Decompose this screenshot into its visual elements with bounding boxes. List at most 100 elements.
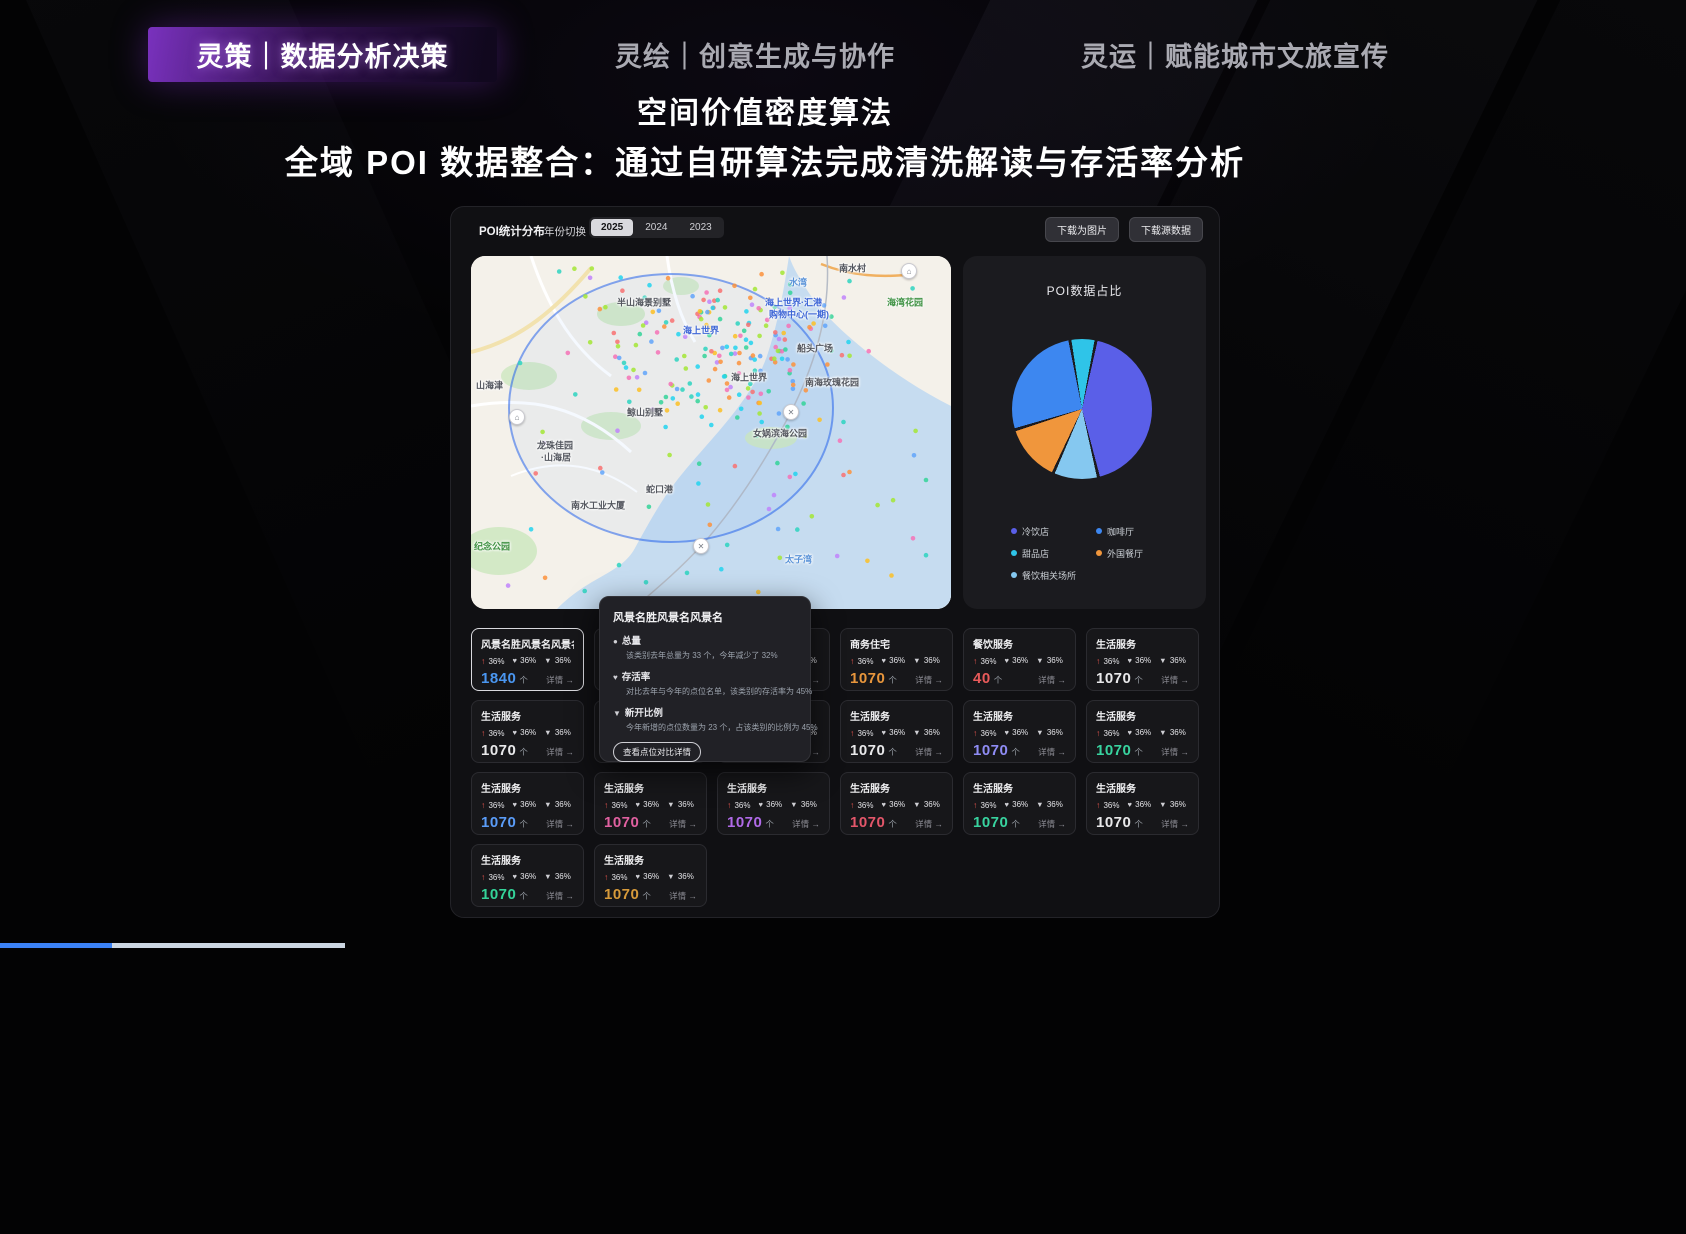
poi-dot xyxy=(583,294,588,299)
category-card[interactable]: 生活服务↑ 36%♥ 36%▼ 36%1070个详情 → xyxy=(1086,772,1199,835)
card-bottom: 1070个详情 → xyxy=(850,670,943,687)
card-value: 1070个 xyxy=(1096,814,1143,831)
arrow-up-icon: ↑ xyxy=(481,728,485,738)
category-card[interactable]: 生活服务↑ 36%♥ 36%▼ 36%1070个详情 → xyxy=(963,700,1076,763)
poi-dot xyxy=(709,423,714,428)
card-detail-link[interactable]: 详情 → xyxy=(1161,674,1189,686)
poi-dot xyxy=(695,364,700,369)
category-card[interactable]: 生活服务↑ 36%♥ 36%▼ 36%1070个详情 → xyxy=(1086,700,1199,763)
year-button-2023[interactable]: 2023 xyxy=(680,219,722,236)
poi-dot xyxy=(697,461,702,466)
category-card[interactable]: 生活服务↑ 36%♥ 36%▼ 36%1070个详情 → xyxy=(471,700,584,763)
card-detail-link[interactable]: 详情 → xyxy=(546,746,574,758)
category-card[interactable]: 生活服务↑ 36%♥ 36%▼ 36%1070个详情 → xyxy=(840,700,953,763)
category-card[interactable]: 生活服务↑ 36%♥ 36%▼ 36%1070个详情 → xyxy=(1086,628,1199,691)
card-bottom: 1070个 详情 → xyxy=(1096,814,1189,831)
stat-triangle-down: ▼ 36% xyxy=(544,872,571,882)
card-detail-link[interactable]: 详情 → xyxy=(915,746,943,758)
nav-tab-linghui[interactable]: 灵绘｜创意生成与协作 xyxy=(560,27,950,82)
poi-dot xyxy=(582,589,587,594)
legend-item-咖啡厅[interactable]: 咖啡厅 xyxy=(1096,520,1191,542)
arrow-up-icon: ↑ xyxy=(604,800,608,810)
card-detail-link[interactable]: 详情 → xyxy=(1038,818,1066,830)
map-label: 女娲滨海公园 xyxy=(753,427,807,440)
heart-icon: ♥ xyxy=(758,800,762,809)
year-switch-group: 202520242023 xyxy=(589,217,724,238)
pie-legend: 冷饮店咖啡厅甜品店外国餐厅餐饮相关场所 xyxy=(1011,520,1191,586)
arrow-up-icon: ↑ xyxy=(481,872,485,882)
card-detail-link[interactable]: 详情 → xyxy=(546,890,574,902)
poi-dot xyxy=(718,360,723,365)
poi-map[interactable]: 南水村水湾海湾花园半山海景别墅海上世界·汇港购物中心(一期)海上世界船头广场海上… xyxy=(471,256,951,609)
triangle-down-icon: ▼ xyxy=(667,800,674,809)
legend-item-甜品店[interactable]: 甜品店 xyxy=(1011,542,1096,564)
card-detail-link[interactable]: 详情 → xyxy=(546,818,574,830)
download-image-button[interactable]: 下载为图片 xyxy=(1045,217,1119,242)
card-bottom: 1070个详情 → xyxy=(481,814,574,831)
card-detail-link[interactable]: 详情 → xyxy=(1038,746,1066,758)
card-title: 生活服务 xyxy=(1096,780,1189,795)
poi-dot xyxy=(758,401,763,406)
download-data-button[interactable]: 下载源数据 xyxy=(1129,217,1203,242)
category-card[interactable]: 生活服务↑ 36%♥ 36%▼ 36%1070个详情 → xyxy=(471,844,584,907)
poi-dot xyxy=(529,527,534,532)
category-card[interactable]: 风景名胜风景名风景名↑ 36%♥ 36%▼ 36%1840个详情 → xyxy=(471,628,584,691)
card-detail-link[interactable]: 详情 → xyxy=(792,818,820,830)
triangle-down-icon: ▼ xyxy=(790,800,797,809)
category-card[interactable]: 生活服务↑ 36%♥ 36%▼ 36%1070个详情 → xyxy=(963,772,1076,835)
tooltip-section-desc: 对比去年与今年的点位名单，该类别的存活率为 45% xyxy=(626,686,797,697)
category-card[interactable]: 商务住宅↑ 36%♥ 36%▼ 36%1070个详情 → xyxy=(840,628,953,691)
legend-item-餐饮相关场所[interactable]: 餐饮相关场所 xyxy=(1011,564,1096,586)
card-value: 1070个 xyxy=(481,886,528,903)
card-detail-link[interactable]: 详情 → xyxy=(546,674,574,686)
card-detail-link[interactable]: 详情 → xyxy=(1038,674,1066,686)
year-button-2025[interactable]: 2025 xyxy=(591,219,633,236)
card-bottom: 1840个详情 → xyxy=(481,670,574,687)
poi-dot xyxy=(841,473,846,478)
poi-dot xyxy=(752,357,757,362)
triangle-down-icon: ▼ xyxy=(1159,728,1166,737)
poi-dot xyxy=(865,559,870,564)
category-card[interactable]: 生活服务↑ 36%♥ 36%▼ 36%1070个详情 → xyxy=(840,772,953,835)
category-card[interactable]: 生活服务↑ 36%♥ 36%▼ 36%1070个详情 → xyxy=(471,772,584,835)
poi-dot xyxy=(729,352,734,357)
heart-icon: ♥ xyxy=(1127,800,1131,809)
view-point-comparison-button[interactable]: 查看点位对比详情 xyxy=(613,742,701,762)
poi-dot xyxy=(746,323,751,328)
category-card[interactable]: 生活服务↑ 36%♥ 36%▼ 36%1070个详情 → xyxy=(717,772,830,835)
card-detail-link[interactable]: 详情 → xyxy=(915,674,943,686)
poi-dot xyxy=(841,420,846,425)
year-button-2024[interactable]: 2024 xyxy=(635,219,677,236)
poi-dot xyxy=(676,332,681,337)
poi-dot xyxy=(696,481,701,486)
download-buttons: 下载为图片 下载源数据 xyxy=(1045,217,1203,242)
triangle-down-icon: ▼ xyxy=(913,800,920,809)
card-detail-link[interactable]: 详情 → xyxy=(915,818,943,830)
legend-item-冷饮店[interactable]: 冷饮店 xyxy=(1011,520,1096,542)
card-detail-link[interactable]: 详情 → xyxy=(1161,746,1189,758)
legend-item-外国餐厅[interactable]: 外国餐厅 xyxy=(1096,542,1191,564)
card-detail-link[interactable]: 详情 → xyxy=(669,890,697,902)
category-card[interactable]: 餐饮服务↑ 36%♥ 36%▼ 36%40个详情 → xyxy=(963,628,1076,691)
arrow-up-icon: ↑ xyxy=(727,800,731,810)
stat-arrow-up: ↑ 36% xyxy=(973,656,996,666)
home-map-marker-icon: ⌂ xyxy=(901,263,917,279)
poi-dot xyxy=(777,411,782,416)
circle-icon: ● xyxy=(613,637,618,646)
card-detail-link[interactable]: 详情 → xyxy=(669,818,697,830)
stat-heart: ♥ 36% xyxy=(1004,656,1028,666)
poi-dot xyxy=(647,283,652,288)
triangle-down-icon: ▼ xyxy=(544,800,551,809)
poi-dot xyxy=(772,493,777,498)
poi-dot xyxy=(785,357,790,362)
nav-tab-lingce[interactable]: 灵策｜数据分析决策 xyxy=(148,27,497,82)
card-bottom: 1070个详情 → xyxy=(604,814,697,831)
poi-dot xyxy=(835,554,840,559)
stat-heart: ♥ 36% xyxy=(1127,656,1151,666)
category-card[interactable]: 生活服务↑ 36%♥ 36%▼ 36%1070个详情 → xyxy=(594,844,707,907)
nav-tab-lingyun[interactable]: 灵运｜赋能城市文旅宣传 xyxy=(1025,27,1445,82)
stat-arrow-up: ↑ 36% xyxy=(850,800,873,810)
category-card[interactable]: 生活服务↑ 36%♥ 36%▼ 36%1070个详情 → xyxy=(594,772,707,835)
card-detail-link[interactable]: 详情 → xyxy=(1161,818,1189,830)
playback-progress-bar[interactable] xyxy=(0,943,1686,948)
